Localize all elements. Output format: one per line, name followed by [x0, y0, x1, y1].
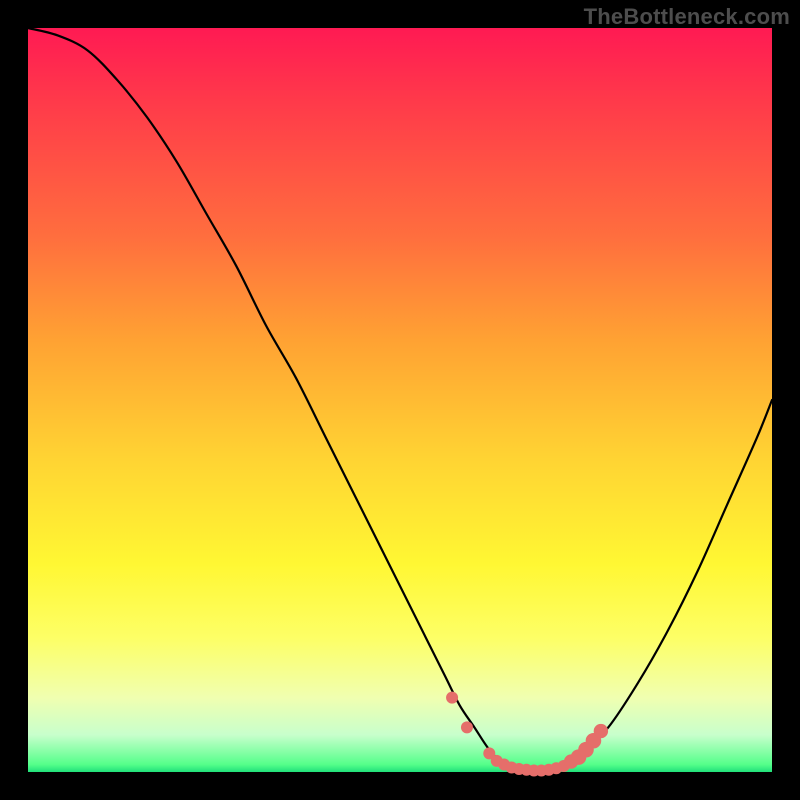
chart-frame: TheBottleneck.com — [0, 0, 800, 800]
watermark-text: TheBottleneck.com — [584, 4, 790, 30]
curve-markers — [446, 692, 608, 777]
chart-plot-area — [28, 28, 772, 772]
curve-marker — [594, 724, 608, 738]
curve-marker — [446, 692, 458, 704]
curve-marker — [461, 721, 473, 733]
chart-svg — [28, 28, 772, 772]
bottleneck-curve — [28, 28, 772, 771]
